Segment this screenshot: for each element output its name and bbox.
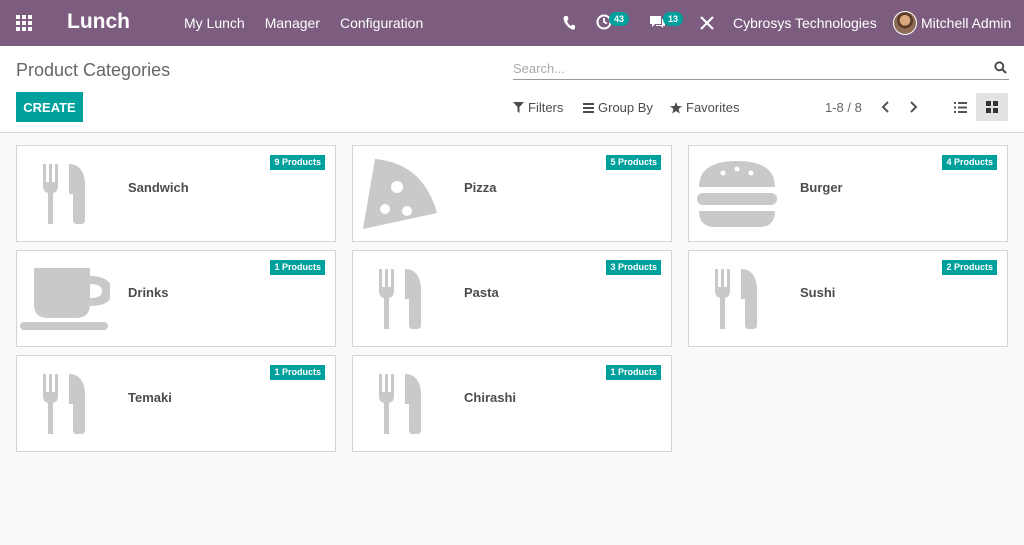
favorites-label: Favorites [686,100,740,115]
user-avatar[interactable] [893,11,917,35]
pager-value[interactable]: 1-8 / 8 [825,100,862,115]
company-switcher[interactable]: Cybrosys Technologies [733,15,877,31]
favorites-dropdown[interactable]: Favorites [670,100,739,115]
search-input[interactable] [513,58,983,78]
cutlery-icon [18,357,112,450]
category-name: Sushi [800,285,836,300]
create-button[interactable]: CREATE [16,92,83,122]
category-card[interactable]: Sushi 2 Products [688,250,1008,347]
category-card[interactable]: Temaki 1 Products [16,355,336,452]
category-name: Chirashi [464,390,517,405]
product-count-badge: 1 Products [270,365,325,380]
kanban-view-button[interactable] [976,93,1008,121]
menu-item-manager[interactable]: Manager [265,15,320,31]
groupby-dropdown[interactable]: Group By [583,100,653,115]
messages-badge: 13 [663,12,684,26]
star-icon [670,101,682,113]
cutlery-icon [354,357,448,450]
chevron-right-icon[interactable] [907,101,919,113]
category-name: Pasta [464,285,499,300]
product-count-badge: 4 Products [942,155,997,170]
filters-dropdown[interactable]: Filters [513,100,563,115]
list-view-button[interactable] [944,93,976,121]
phone-icon[interactable] [563,16,575,30]
chevron-left-icon[interactable] [880,101,892,113]
search-bar [513,58,1009,80]
control-panel: Product Categories CREATE Filters Group … [0,46,1024,133]
debug-tools-icon[interactable] [700,16,714,30]
product-count-badge: 9 Products [270,155,325,170]
cutlery-icon [354,252,448,345]
category-card[interactable]: Chirashi 1 Products [352,355,672,452]
category-name: Pizza [464,180,497,195]
pizza-icon [354,147,448,240]
category-name: Drinks [128,285,169,300]
product-count-badge: 2 Products [942,260,997,275]
kanban-view-icon [986,101,998,113]
filters-label: Filters [528,100,564,115]
burger-icon [690,147,784,240]
groupby-label: Group By [598,100,653,115]
menu-item-configuration[interactable]: Configuration [340,15,423,31]
cutlery-icon [690,252,784,345]
product-count-badge: 1 Products [270,260,325,275]
product-count-badge: 5 Products [606,155,661,170]
category-card[interactable]: Sandwich 9 Products [16,145,336,242]
category-card[interactable]: Drinks 1 Products [16,250,336,347]
coffee-icon [18,252,112,345]
user-menu[interactable]: Mitchell Admin [921,15,1011,31]
menu-item-my-lunch[interactable]: My Lunch [184,15,245,31]
main-menu: My Lunch Manager Configuration [184,15,443,31]
list-view-icon [953,101,967,113]
category-name: Sandwich [128,180,189,195]
breadcrumb: Product Categories [16,60,171,80]
category-card[interactable]: Pizza 5 Products [352,145,672,242]
category-card[interactable]: Burger 4 Products [688,145,1008,242]
product-count-badge: 3 Products [606,260,661,275]
search-icon[interactable] [994,61,1007,74]
product-count-badge: 1 Products [606,365,661,380]
app-title[interactable]: Lunch [67,10,130,34]
cutlery-icon [18,147,112,240]
list-bars-icon [583,102,594,113]
category-name: Temaki [128,390,172,405]
top-navbar: Lunch My Lunch Manager Configuration 43 … [0,0,1024,46]
filter-icon [513,102,524,113]
category-card[interactable]: Pasta 3 Products [352,250,672,347]
apps-menu-icon[interactable] [16,15,34,31]
category-name: Burger [800,180,843,195]
activity-badge: 43 [609,12,630,26]
